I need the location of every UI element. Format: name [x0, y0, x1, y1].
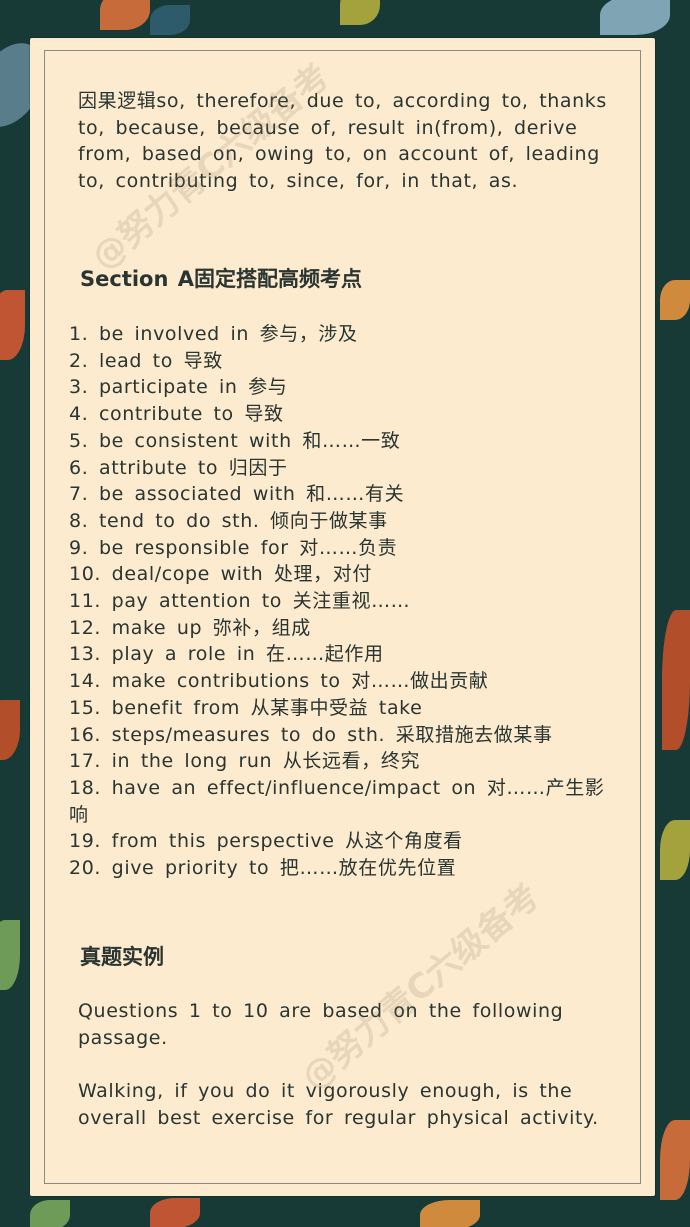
list-item: 17. in the long run 从长远看，终究: [69, 750, 421, 773]
list-item: 8. tend to do sth. 倾向于做某事: [69, 509, 388, 532]
list-item: 15. benefit from 从某事中受益 take: [69, 696, 423, 719]
intro-paragraph: 因果逻辑so, therefore, due to, according to,…: [78, 90, 607, 193]
list-item: 12. make up 弥补，组成: [69, 616, 311, 639]
section-heading: Section A固定搭配高频考点: [80, 267, 362, 291]
passage-text: Walking, if you do it vigorously enough,…: [78, 1080, 599, 1129]
list-item: 16. steps/measures to do sth. 采取措施去做某事: [69, 723, 553, 746]
list-item: 1. be involved in 参与，涉及: [69, 323, 358, 345]
list-item: 6. attribute to 归因于: [69, 456, 288, 479]
list-item: 11. pay attention to 关注重视……: [69, 590, 411, 613]
list-item: 10. deal/cope with 处理，对付: [69, 563, 372, 586]
list-item: 19. from this perspective 从这个角度看: [69, 830, 463, 853]
list-item: 13. play a role in 在……起作用: [69, 643, 384, 666]
list-item: 7. be associated with 和……有关: [69, 483, 405, 506]
list-item: 2. lead to 导致: [69, 349, 223, 372]
real-exam-heading: 真题实例: [80, 945, 164, 969]
question-instruction: Questions 1 to 10 are based on the follo…: [78, 1000, 564, 1049]
list-item: 20. give priority to 把……放在优先位置: [69, 857, 457, 880]
list-item: 3. participate in 参与: [69, 376, 288, 399]
list-item: 5. be consistent with 和……一致: [69, 429, 401, 452]
list-item: 4. contribute to 导致: [69, 403, 284, 426]
list-item: 9. be responsible for 对……负责: [69, 536, 398, 559]
list-item: 18. have an effect/influence/impact on 对…: [69, 776, 605, 826]
list-item: 14. make contributions to 对……做出贡献: [69, 670, 489, 693]
phrase-list: 1. be involved in 参与，涉及 2. lead to 导致 3.…: [69, 321, 614, 882]
